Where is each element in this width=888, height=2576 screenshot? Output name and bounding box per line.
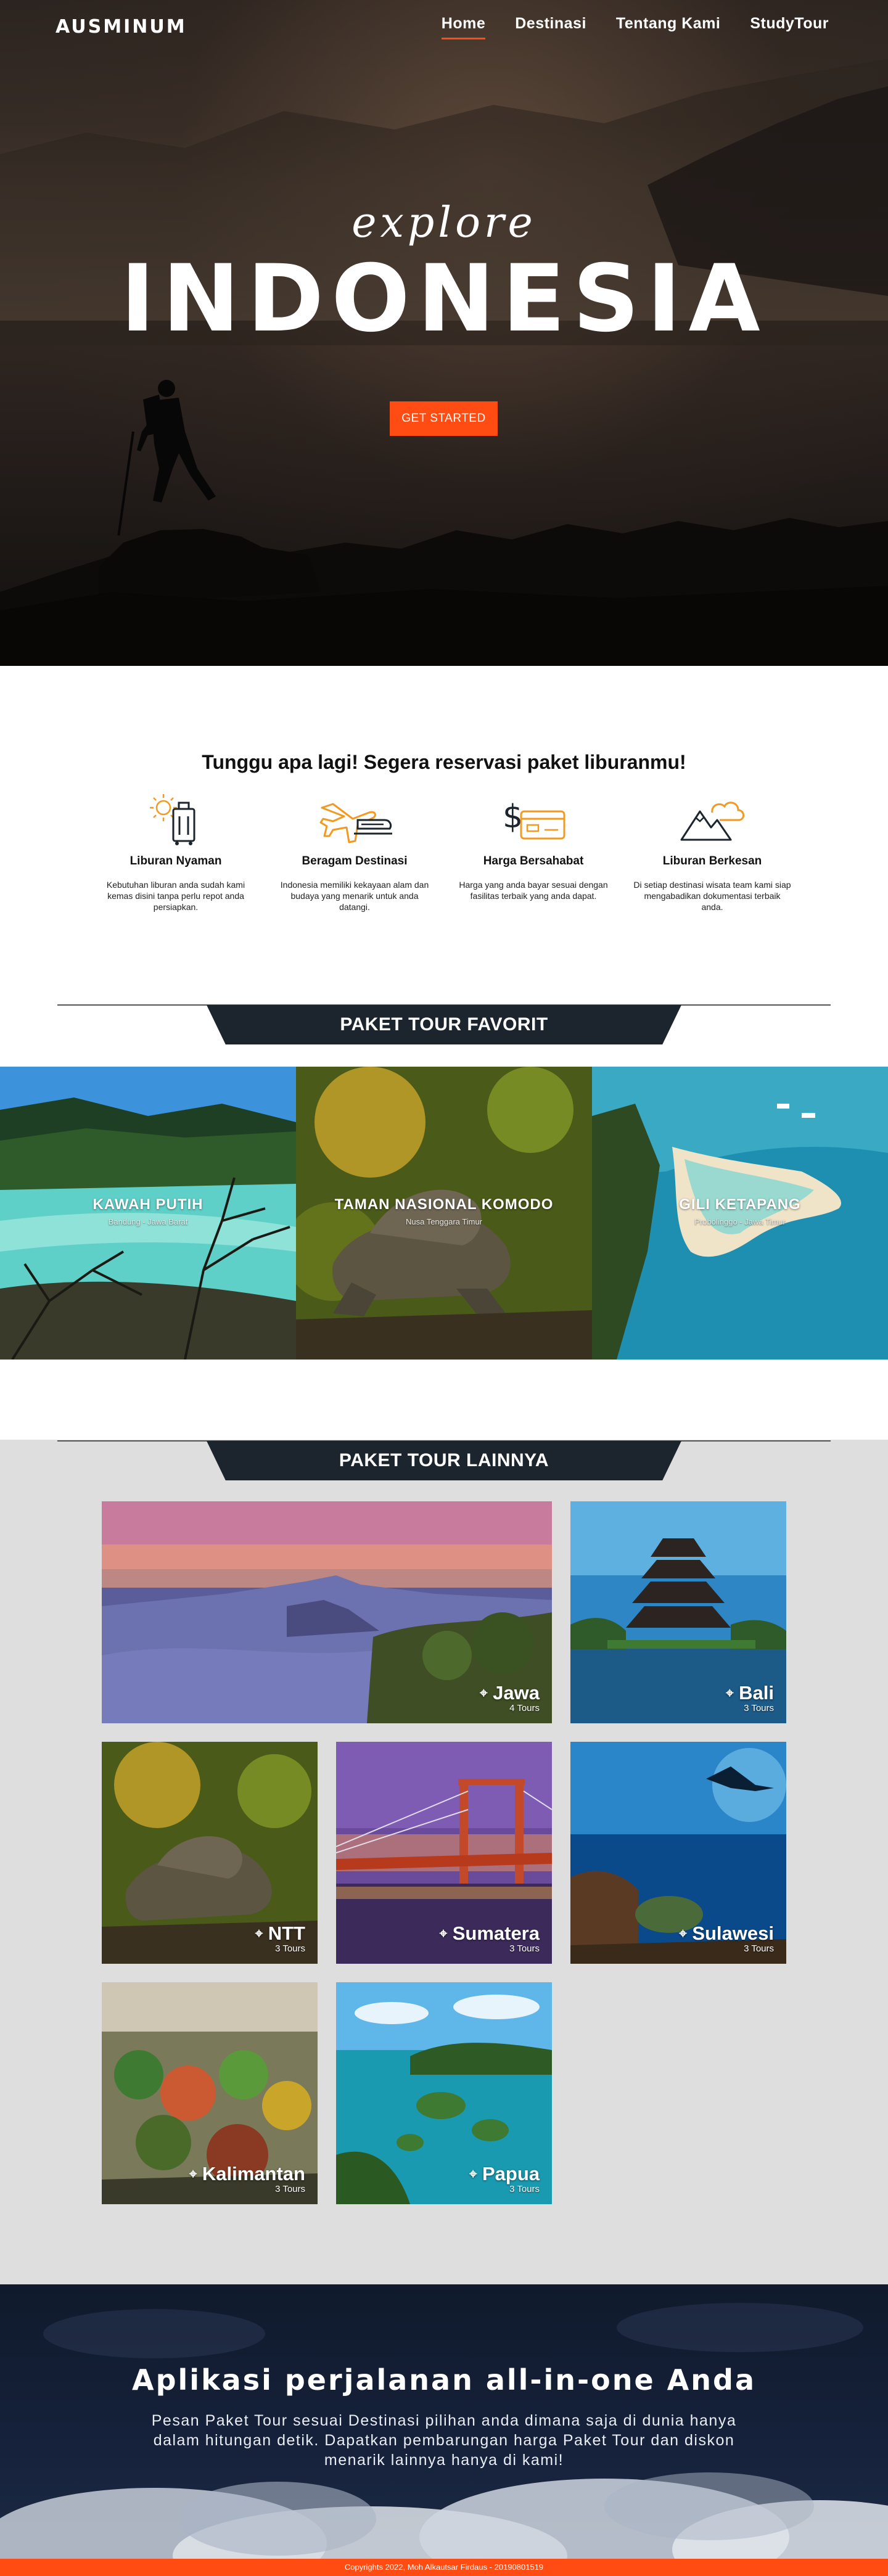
- nav-tentang-kami-link[interactable]: Tentang Kami: [616, 15, 720, 39]
- favorit-card-name: GILI KETAPANG: [679, 1196, 801, 1213]
- favorit-card-name: KAWAH PUTIH: [92, 1196, 204, 1213]
- app-banner-section: Aplikasi perjalanan all-in-one Anda Pesa…: [0, 2284, 888, 2559]
- tile-name-text: Kalimantan: [202, 2163, 305, 2184]
- favorit-card-location: Probolinggo - Jawa Timur: [694, 1217, 786, 1226]
- location-pin-icon: ⌖: [469, 2166, 477, 2181]
- features-list: Liburan Nyaman Kebutuhan liburan anda su…: [92, 789, 796, 913]
- feature-title: Beragam Destinasi: [302, 855, 408, 868]
- tile-count: 3 Tours: [509, 2184, 540, 2194]
- tile-name-text: Sumatera: [452, 1922, 540, 1944]
- location-pin-icon: ⌖: [726, 1685, 734, 1700]
- tile-label: ⌖ NTT 3 Tours: [255, 1924, 305, 1955]
- favorit-card-komodo[interactable]: TAMAN NASIONAL KOMODO Nusa Tenggara Timu…: [296, 1067, 592, 1360]
- favorit-card-name: TAMAN NASIONAL KOMODO: [334, 1196, 554, 1213]
- top-navbar: AUSMINUM Home Destinasi Tentang Kami Stu…: [0, 0, 888, 55]
- location-pin-icon: ⌖: [439, 1926, 448, 1941]
- feature-title: Liburan Berkesan: [662, 855, 762, 868]
- tour-tile-sulawesi[interactable]: ⌖ Sulawesi 3 Tours: [570, 1742, 786, 1964]
- app-banner-title: Aplikasi perjalanan all-in-one Anda: [132, 2363, 756, 2397]
- tour-tile-bali[interactable]: ⌖ Bali 3 Tours: [570, 1501, 786, 1723]
- favorit-card-caption: KAWAH PUTIH Bandung - Jawa Barat: [0, 1196, 296, 1226]
- favorit-card-kawah-putih[interactable]: KAWAH PUTIH Bandung - Jawa Barat: [0, 1067, 296, 1360]
- svg-text:$: $: [503, 798, 523, 835]
- tile-label: ⌖ Bali 3 Tours: [726, 1683, 774, 1714]
- brand-logo[interactable]: AUSMINUM: [56, 16, 187, 38]
- tour-tile-jawa[interactable]: ⌖ Jawa 4 Tours: [102, 1501, 552, 1723]
- feature-text: Indonesia memiliki kekayaan alam dan bud…: [280, 880, 429, 912]
- tile-name-text: Sulawesi: [692, 1922, 774, 1944]
- luggage-sun-icon: [92, 789, 259, 848]
- favorit-tour-list: KAWAH PUTIH Bandung - Jawa Barat TAMAN N…: [0, 1067, 888, 1360]
- mountain-cloud-icon: [629, 789, 796, 848]
- hero-section: AUSMINUM Home Destinasi Tentang Kami Stu…: [0, 0, 888, 666]
- get-started-button[interactable]: GET STARTED: [390, 401, 498, 436]
- feature-title: Liburan Nyaman: [130, 855, 222, 868]
- feature-item: $ Harga Bersahabat Harga yang anda bayar…: [450, 789, 617, 913]
- app-banner-description: Pesan Paket Tour sesuai Destinasi piliha…: [151, 2412, 737, 2469]
- tile-count: 3 Tours: [275, 1943, 305, 1954]
- location-pin-icon: ⌖: [480, 1685, 488, 1700]
- features-title: Tunggu apa lagi! Segera reservasi paket …: [202, 751, 686, 773]
- favorit-section-title: PAKET TOUR FAVORIT: [207, 1005, 681, 1044]
- favorit-card-location: Nusa Tenggara Timur: [405, 1217, 483, 1226]
- nav-home-link[interactable]: Home: [441, 15, 486, 39]
- location-pin-icon: ⌖: [255, 1926, 263, 1941]
- tile-name: ⌖ Jawa: [480, 1683, 540, 1703]
- tile-name: ⌖ NTT: [255, 1924, 305, 1943]
- money-card-icon: $: [450, 789, 617, 848]
- tile-label: ⌖ Sulawesi 3 Tours: [679, 1924, 774, 1955]
- feature-item: Liburan Berkesan Di setiap destinasi wis…: [629, 789, 796, 913]
- feature-item: Liburan Nyaman Kebutuhan liburan anda su…: [92, 789, 259, 913]
- tile-label: ⌖ Kalimantan 3 Tours: [189, 2164, 305, 2195]
- tour-tile-papua[interactable]: ⌖ Papua 3 Tours: [336, 1982, 552, 2204]
- tile-name: ⌖ Kalimantan: [189, 2164, 305, 2184]
- tile-count: 3 Tours: [744, 1943, 774, 1954]
- tile-name: ⌖ Sulawesi: [679, 1924, 774, 1943]
- location-pin-icon: ⌖: [679, 1926, 687, 1941]
- tile-count: 4 Tours: [509, 1703, 540, 1713]
- tile-name: ⌖ Sumatera: [440, 1924, 540, 1943]
- tile-name-text: NTT: [268, 1922, 305, 1944]
- lainnya-section-title: PAKET TOUR LAINNYA: [207, 1441, 681, 1480]
- tour-tile-ntt[interactable]: ⌖ NTT 3 Tours: [102, 1742, 318, 1964]
- tile-name: ⌖ Bali: [726, 1683, 774, 1703]
- tile-count: 3 Tours: [275, 2184, 305, 2194]
- favorit-card-caption: TAMAN NASIONAL KOMODO Nusa Tenggara Timu…: [296, 1196, 592, 1226]
- tile-name-text: Jawa: [493, 1682, 540, 1704]
- favorit-card-caption: GILI KETAPANG Probolinggo - Jawa Timur: [592, 1196, 888, 1226]
- tile-name-text: Bali: [739, 1682, 774, 1704]
- tile-count: 3 Tours: [744, 1703, 774, 1713]
- hero-headline: INDONESIA: [120, 245, 768, 353]
- feature-item: Beragam Destinasi Indonesia memiliki kek…: [271, 789, 438, 913]
- tour-tile-kalimantan[interactable]: ⌖ Kalimantan 3 Tours: [102, 1982, 318, 2204]
- tour-tile-sumatera[interactable]: ⌖ Sumatera 3 Tours: [336, 1742, 552, 1964]
- tile-count: 3 Tours: [509, 1943, 540, 1954]
- plane-train-icon: [271, 789, 438, 848]
- hero-script-text: explore: [352, 199, 536, 247]
- location-pin-icon: ⌖: [189, 2166, 197, 2181]
- feature-text: Harga yang anda bayar sesuai dengan fasi…: [459, 880, 608, 901]
- tile-name: ⌖ Papua: [469, 2164, 540, 2184]
- feature-title: Harga Bersahabat: [483, 855, 584, 868]
- tile-label: ⌖ Papua 3 Tours: [469, 2164, 540, 2195]
- tile-label: ⌖ Sumatera 3 Tours: [440, 1924, 540, 1955]
- feature-text: Di setiap destinasi wisata team kami sia…: [633, 880, 791, 912]
- favorit-card-gili-ketapang[interactable]: GILI KETAPANG Probolinggo - Jawa Timur: [592, 1067, 888, 1360]
- footer-copyright: Copyrights 2022, Moh Alkautsar Firdaus -…: [0, 2559, 888, 2576]
- nav-studytour-link[interactable]: StudyTour: [750, 15, 829, 39]
- nav-menu: Home Destinasi Tentang Kami StudyTour: [441, 15, 829, 39]
- feature-text: Kebutuhan liburan anda sudah kami kemas …: [106, 880, 245, 912]
- tile-label: ⌖ Jawa 4 Tours: [480, 1683, 540, 1714]
- favorit-card-location: Bandung - Jawa Barat: [108, 1217, 188, 1226]
- tile-name-text: Papua: [482, 2163, 540, 2184]
- nav-destinasi-link[interactable]: Destinasi: [515, 15, 586, 39]
